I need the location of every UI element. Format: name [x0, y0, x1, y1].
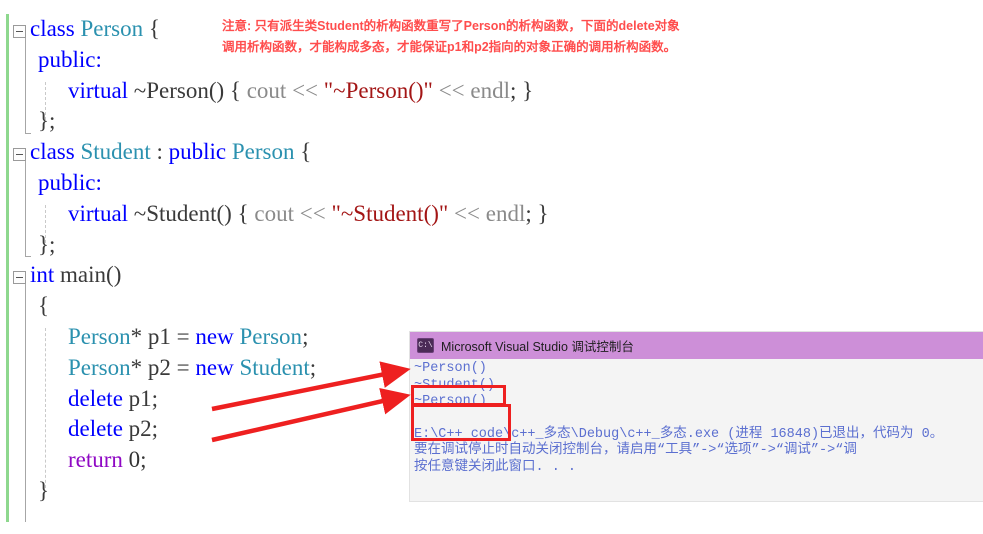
code-token: endl: [470, 77, 510, 103]
code-token: ;: [140, 447, 147, 473]
annotation-line-1: 注意: 只有派生类Student的析构函数重写了Person的析构函数，下面的d…: [222, 19, 680, 33]
code-token: };: [38, 231, 56, 257]
code-token: Person: [68, 324, 131, 349]
console-exit-line: E:\C++_code\c++_多态\Debug\c++_多态.exe (进程 …: [414, 426, 944, 442]
fold-guide-class-person: [25, 36, 31, 134]
console-spacer: [414, 411, 983, 427]
code-token: *: [130, 324, 148, 349]
fold-toggle-main[interactable]: [13, 271, 26, 284]
code-token: {: [294, 139, 312, 165]
code-token: class: [30, 139, 75, 165]
code-token: ~Student() {: [133, 200, 255, 226]
code-token: p2: [147, 354, 171, 380]
code-token: delete: [68, 416, 123, 442]
code-token: Student: [80, 139, 151, 165]
code-token: p1: [128, 385, 152, 411]
code-token: Person: [80, 16, 144, 41]
code-token: cout: [246, 77, 287, 103]
console-output-line: ~Student(): [414, 377, 496, 393]
change-tracking-bar: [6, 14, 9, 522]
code-token: virtual: [68, 200, 129, 226]
code-token: =: [170, 354, 196, 380]
code-token: new: [195, 324, 234, 349]
code-token: "~Person()": [323, 77, 433, 103]
code-token: int: [30, 262, 55, 288]
code-token: public:: [38, 46, 102, 72]
code-token: }: [38, 478, 50, 503]
code-token: Student: [239, 354, 310, 380]
code-token: <<: [454, 200, 480, 226]
code-token: =: [170, 324, 196, 349]
fold-toggle-class-person[interactable]: [13, 25, 26, 38]
code-token: <<: [299, 200, 326, 226]
code-line[interactable]: class Person {: [30, 14, 160, 45]
code-line[interactable]: Person* p1 = new Person;: [68, 322, 308, 353]
code-token: ;: [151, 385, 159, 411]
code-line[interactable]: return 0;: [68, 445, 147, 476]
code-token: public: [168, 139, 227, 165]
code-token: <<: [292, 77, 319, 103]
code-line[interactable]: };: [38, 106, 55, 137]
code-token: endl: [485, 200, 526, 226]
console-window-icon: C:\: [417, 338, 434, 353]
code-token: {: [143, 16, 160, 41]
indent-guide-3: [45, 328, 46, 488]
code-token: :: [150, 139, 169, 165]
code-token: p1: [147, 324, 171, 349]
code-token: class: [30, 16, 75, 41]
code-line[interactable]: virtual ~Student() { cout << "~Student()…: [68, 199, 549, 230]
code-line[interactable]: class Student : public Person {: [30, 137, 311, 168]
console-output-body[interactable]: ~Person() ~Student() ~Person() E:\C++_co…: [410, 359, 983, 501]
code-token: ;: [309, 354, 317, 380]
console-output-line: ~Person(): [414, 361, 487, 376]
code-token: p2: [128, 416, 152, 442]
code-line[interactable]: delete p2;: [68, 414, 158, 445]
code-token: Person: [231, 139, 295, 165]
console-output-line: ~Person(): [414, 394, 487, 409]
code-line[interactable]: virtual ~Person() { cout << "~Person()" …: [68, 76, 533, 107]
code-line[interactable]: public:: [38, 168, 102, 199]
code-line[interactable]: delete p1;: [68, 384, 158, 415]
code-token: ;: [151, 416, 159, 442]
code-token: ; }: [525, 200, 549, 226]
code-token: ;: [302, 324, 309, 349]
code-token: 0: [128, 447, 141, 473]
code-token: return: [68, 447, 123, 473]
annotation-note: 注意: 只有派生类Student的析构函数重写了Person的析构函数，下面的d…: [222, 16, 722, 58]
code-line[interactable]: int main(): [30, 260, 121, 291]
code-line[interactable]: };: [38, 230, 55, 261]
code-token: ; }: [510, 77, 534, 103]
code-token: (): [106, 262, 122, 288]
code-token: Person: [239, 324, 303, 349]
debug-console-window[interactable]: C:\ Microsoft Visual Studio 调试控制台 ~Perso…: [410, 332, 983, 501]
code-line[interactable]: Person* p2 = new Student;: [68, 353, 316, 384]
console-prompt-line: 按任意键关闭此窗口. . .: [414, 459, 577, 475]
annotation-line-2: 调用析构函数，才能构成多态，才能保证p1和p2指向的对象正确的调用析构函数。: [222, 40, 677, 54]
console-titlebar[interactable]: C:\ Microsoft Visual Studio 调试控制台: [410, 332, 983, 359]
code-token: "~Student()": [331, 200, 449, 226]
code-token: virtual: [68, 77, 129, 103]
code-token: <<: [438, 77, 465, 103]
code-token: };: [38, 108, 56, 134]
code-token: ~Person() {: [133, 77, 247, 103]
code-token: cout: [254, 200, 294, 226]
fold-guide-main: [25, 282, 26, 522]
code-token: *: [130, 354, 148, 380]
code-token: {: [38, 293, 50, 319]
code-line[interactable]: {: [38, 291, 49, 322]
code-line[interactable]: }: [38, 476, 49, 507]
code-token: delete: [68, 385, 123, 411]
code-token: Person: [68, 354, 131, 380]
code-line[interactable]: public:: [38, 45, 102, 76]
code-token: new: [195, 354, 234, 380]
fold-guide-class-student: [25, 159, 31, 257]
console-title: Microsoft Visual Studio 调试控制台: [441, 340, 634, 354]
code-token: main: [60, 262, 107, 288]
fold-toggle-class-student[interactable]: [13, 148, 26, 161]
code-token: public:: [38, 170, 102, 195]
console-hint-line: 要在调试停止时自动关闭控制台，请启用“工具”->“选项”->“调试”->“调: [414, 443, 857, 458]
